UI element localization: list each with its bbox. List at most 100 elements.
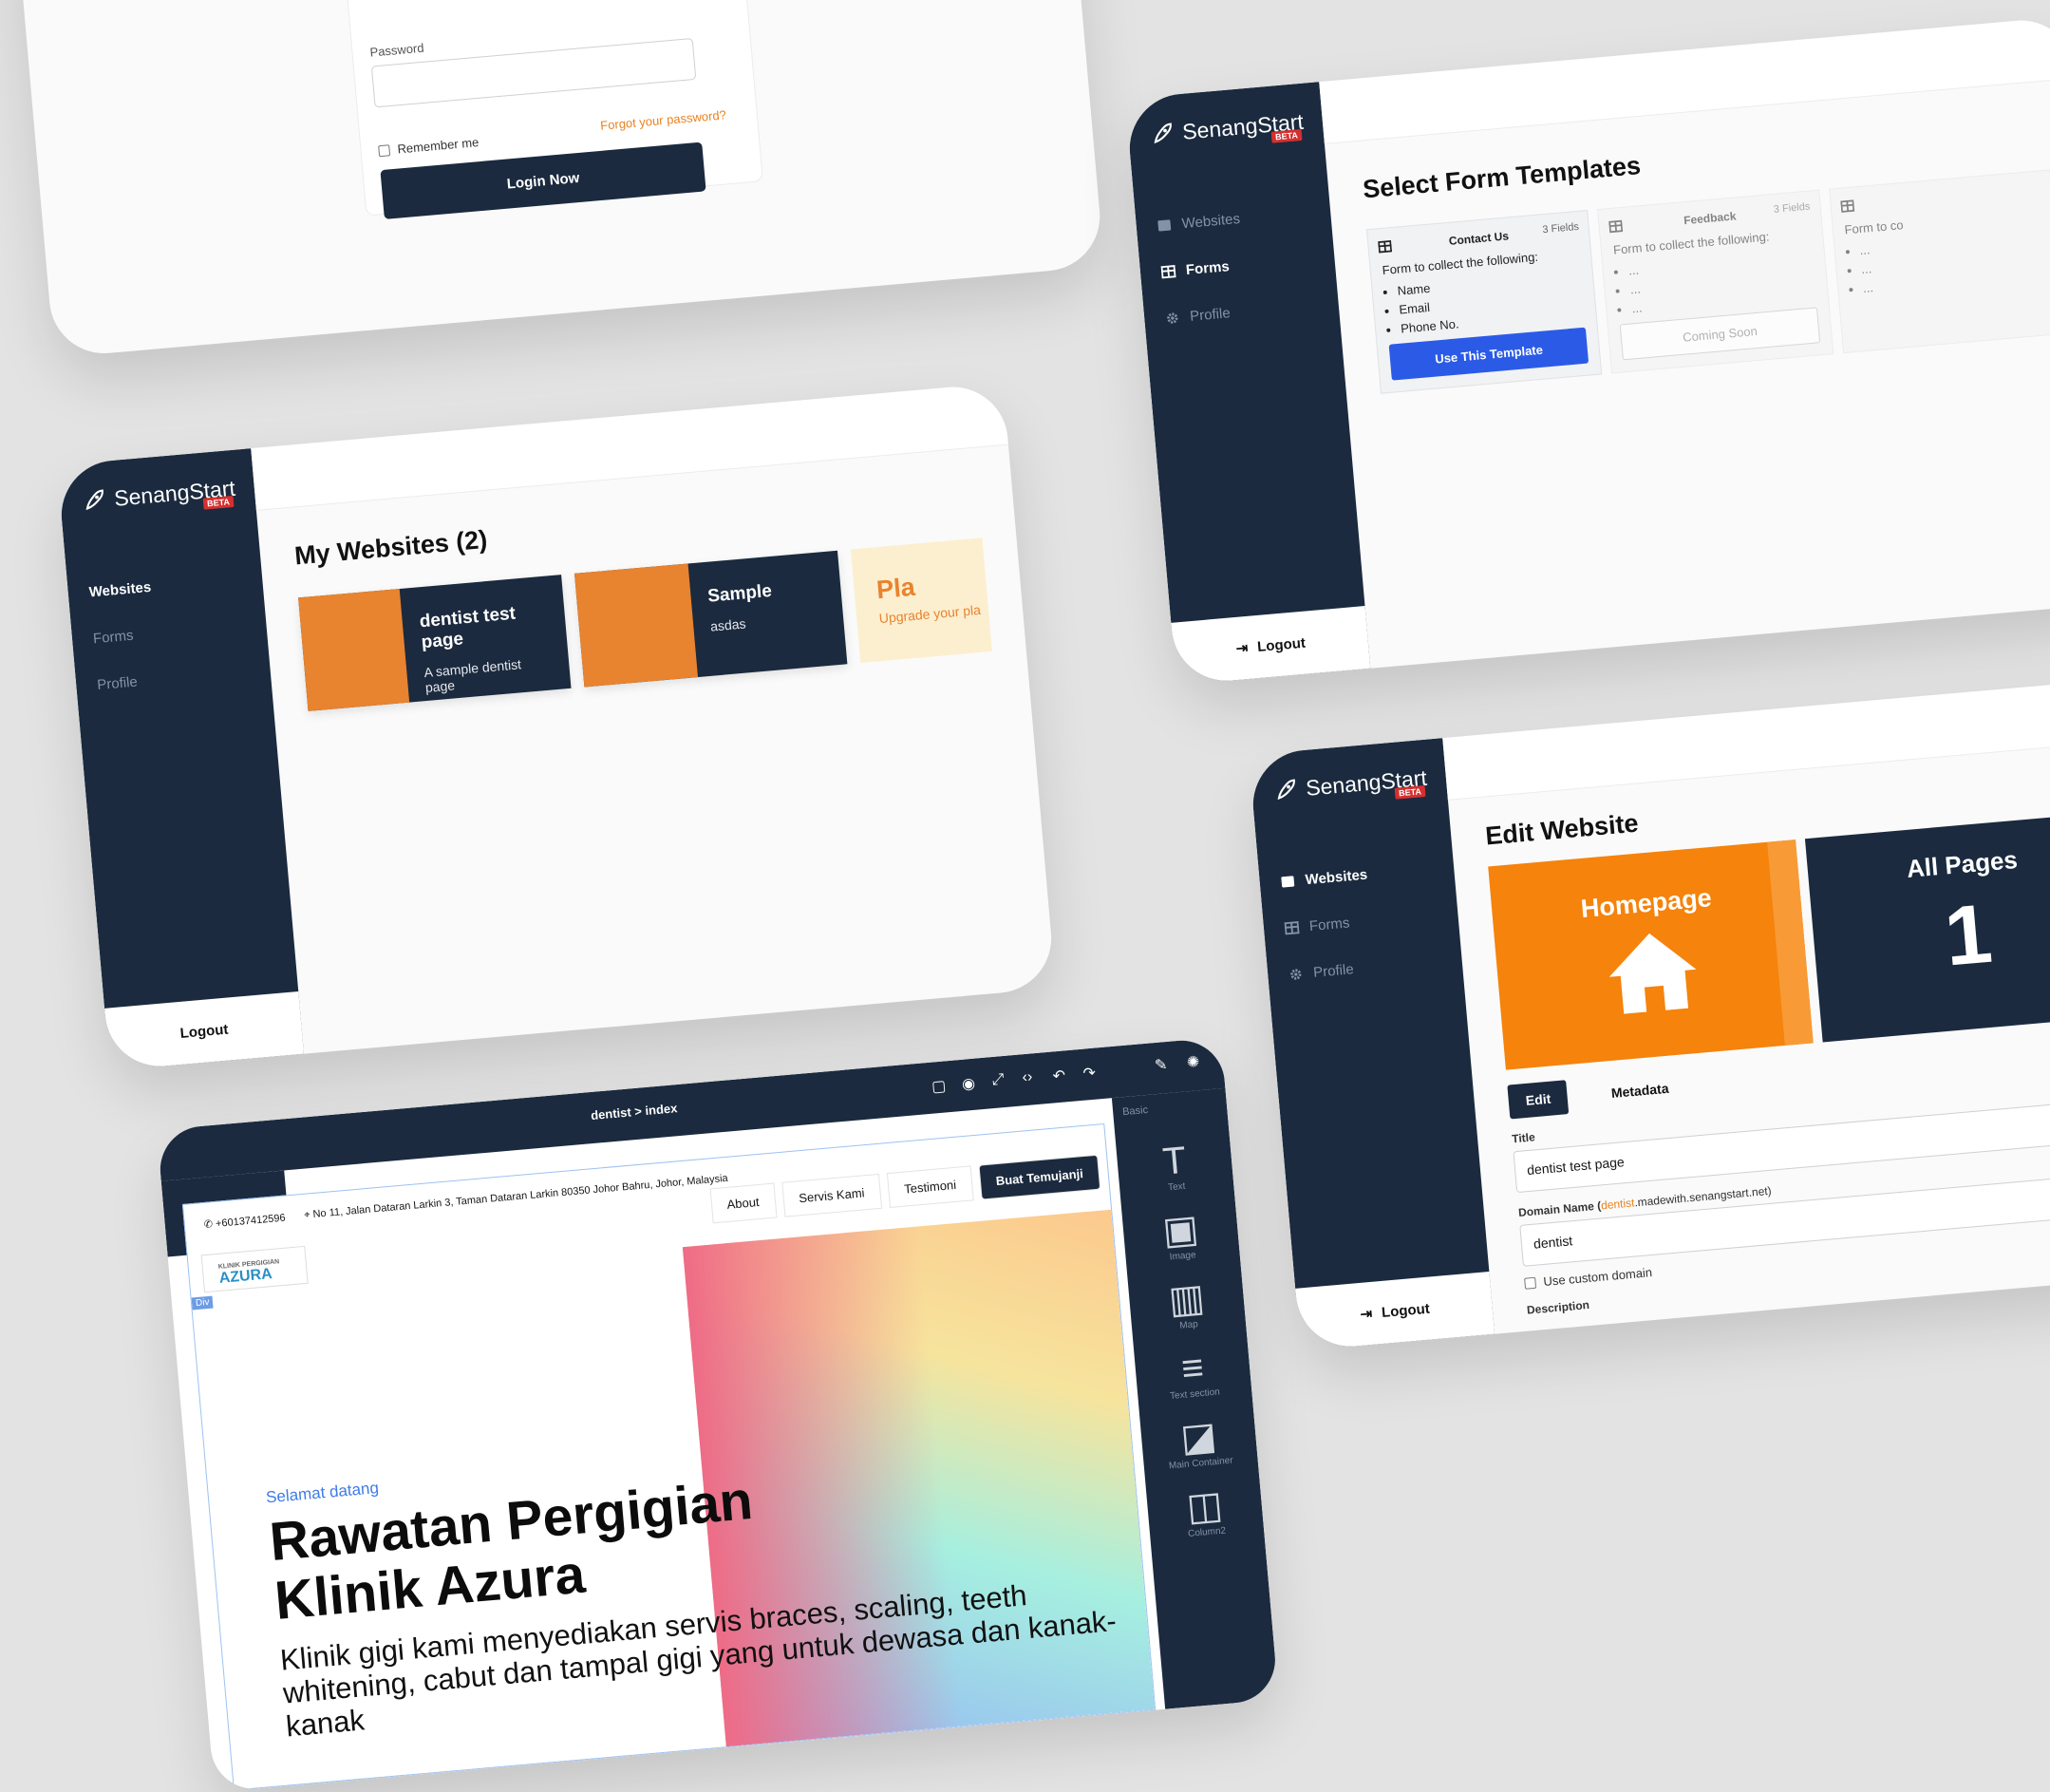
sidebar-item-profile[interactable]: Profile — [1163, 289, 1250, 342]
logout-label: Logout — [1256, 634, 1307, 655]
brand-logo: SenangStart BETA — [1148, 108, 1305, 148]
block-map[interactable]: ▥ Map — [1147, 1275, 1227, 1334]
custom-domain-checkbox[interactable] — [1524, 1276, 1537, 1290]
fullscreen-icon[interactable]: ⤢ — [991, 1071, 1010, 1090]
all-pages-tile[interactable]: All Pages 1 — [1804, 811, 2050, 1043]
logout-icon: ⇥ — [1359, 1305, 1373, 1323]
website-list: dentist test page A sample dentist page S… — [298, 538, 992, 711]
phone-number: +60137412596 — [215, 1212, 287, 1230]
page-tiles: Homepage All Pages 1 — [1488, 806, 2050, 1070]
panel-switcher: ✎ ✺ — [1154, 1052, 1205, 1074]
editor-actions: ▢ ◉ ⤢ ‹› ↶ ↷ — [931, 1063, 1101, 1096]
block-column2[interactable]: ◫ Column2 — [1165, 1482, 1245, 1541]
upgrade-plan-card[interactable]: Pla Upgrade your pla — [850, 538, 992, 664]
rocket-icon — [85, 489, 103, 511]
page-count: 1 — [1941, 885, 1996, 984]
website-name: Sample — [706, 580, 773, 607]
my-websites-card: SenangStart BETA Websites Forms Profile … — [57, 382, 1056, 1071]
code-icon[interactable]: ‹› — [1022, 1068, 1041, 1087]
rocket-icon — [1277, 779, 1295, 801]
website-card[interactable]: dentist test page A sample dentist page — [298, 575, 572, 711]
nav-about[interactable]: About — [709, 1182, 778, 1224]
sidebar-item-websites[interactable]: Websites — [87, 564, 154, 616]
login-screen-card: Password Remember me Forgot your passwor… — [0, 0, 1105, 358]
text-section-block-icon: ≡ — [1179, 1346, 1206, 1390]
remember-me[interactable]: Remember me — [378, 135, 480, 158]
sidebar-item-label: Forms — [1185, 258, 1231, 279]
table-icon — [1160, 265, 1176, 279]
logout-button[interactable]: ⇥ Logout — [1171, 606, 1371, 686]
logout-button[interactable]: Logout — [104, 990, 304, 1071]
brush-icon[interactable]: ✎ — [1154, 1055, 1173, 1074]
preview-eye-icon[interactable]: ◉ — [961, 1073, 980, 1093]
website-thumbnail — [298, 589, 410, 711]
tab-metadata[interactable]: Metadata — [1592, 1069, 1686, 1111]
container-block-icon: ◪ — [1178, 1415, 1219, 1461]
sidebar-item-profile[interactable]: Profile — [1287, 944, 1378, 998]
block-text[interactable]: T Text — [1135, 1137, 1214, 1196]
template-card: Form to co ... ... ... — [1828, 169, 2050, 354]
forgot-password-link[interactable]: Forgot your password? — [600, 107, 727, 133]
outline-toggle-icon[interactable]: ▢ — [931, 1076, 950, 1095]
template-card: Feedback 3 Fields Form to collect the fo… — [1597, 189, 1834, 374]
external-link-strip[interactable] — [1767, 839, 1814, 1046]
edit-website-card: SenangStart BETA Websites Forms Profile … — [1249, 671, 2050, 1351]
website-description: A sample dentist page — [423, 656, 522, 696]
remember-checkbox[interactable] — [378, 143, 391, 157]
address-text: No 11, Jalan Dataran Larkin 3, Taman Dat… — [312, 1172, 729, 1220]
redo-icon[interactable]: ↷ — [1082, 1063, 1101, 1083]
site-phone: ✆ +60137412596 — [203, 1211, 286, 1230]
table-icon — [1284, 921, 1300, 935]
homepage-tile[interactable]: Homepage — [1488, 839, 1814, 1070]
beta-badge: BETA — [202, 495, 235, 510]
sidebar-item-forms[interactable]: Forms — [91, 611, 158, 663]
password-label: Password — [368, 40, 425, 60]
page-editor-card: dentist > index ▢ ◉ ⤢ ‹› ↶ ↷ ✎ ✺ Basic T… — [157, 1036, 1279, 1792]
template-list: Contact Us 3 Fields Form to collect the … — [1365, 169, 2050, 394]
logout-button[interactable]: ⇥ Logout — [1295, 1271, 1495, 1351]
undo-icon[interactable]: ↶ — [1052, 1066, 1071, 1085]
domain-label-text: Domain Name ( — [1517, 1198, 1602, 1220]
crumb-page[interactable]: index — [645, 1101, 678, 1118]
sidebar-item-label: Websites — [88, 578, 152, 601]
website-description: asdas — [709, 615, 747, 634]
remember-label: Remember me — [396, 135, 480, 157]
block-text-section[interactable]: ≡ Text section — [1153, 1344, 1232, 1403]
sidebar-nav: Websites Forms Profile — [1156, 196, 1251, 342]
tab-edit[interactable]: Edit — [1507, 1080, 1570, 1120]
plan-text: Upgrade your pla — [878, 601, 982, 627]
text-block-icon: T — [1160, 1139, 1189, 1183]
browser-icon — [1281, 876, 1295, 888]
sidebar-item-forms[interactable]: Forms — [1283, 897, 1374, 952]
beta-badge: BETA — [1394, 784, 1426, 800]
custom-domain-label: Use custom domain — [1542, 1265, 1653, 1290]
sidebar-item-label: Profile — [1312, 961, 1355, 981]
home-icon — [1608, 933, 1696, 1014]
brand-logo: SenangStart BETA — [1271, 764, 1428, 804]
sidebar-item-profile[interactable]: Profile — [95, 657, 161, 709]
logout-label: Logout — [1381, 1300, 1431, 1321]
editor-canvas[interactable]: ✆ +60137412596 ⌖ No 11, Jalan Dataran La… — [181, 1122, 1157, 1791]
selected-element-tag: Div — [191, 1295, 215, 1311]
sidebar-item-websites[interactable]: Websites — [1279, 852, 1370, 906]
website-card[interactable]: Sample asdas — [574, 550, 847, 688]
chevron-right-icon: > — [633, 1103, 643, 1120]
login-button[interactable]: Login Now — [380, 141, 706, 219]
rocket-icon — [1154, 123, 1172, 144]
template-fields: ... ... ... — [1627, 246, 1816, 319]
logout-label: Logout — [179, 1021, 230, 1042]
sidebar-item-label: Websites — [1180, 210, 1241, 233]
gear-icon — [1290, 969, 1302, 980]
sidebar-item-label: Profile — [96, 673, 139, 694]
sidebar-item-websites[interactable]: Websites — [1156, 196, 1242, 249]
gear-icon — [1167, 312, 1178, 324]
sidebar-item-forms[interactable]: Forms — [1159, 242, 1246, 295]
sidebar-nav: Websites Forms Profile — [1279, 852, 1378, 998]
crumb-site[interactable]: dentist — [591, 1104, 632, 1122]
block-main-container[interactable]: ◪ Main Container — [1159, 1413, 1239, 1472]
website-name: dentist test page — [418, 603, 517, 653]
nav-testimoni[interactable]: Testimoni — [886, 1165, 974, 1209]
gear-icon[interactable]: ✺ — [1186, 1052, 1205, 1071]
main-content: Edit Website Homepage All Pages 1 Edit M… — [1448, 735, 2050, 1334]
block-image[interactable]: ▣ Image — [1141, 1206, 1221, 1265]
